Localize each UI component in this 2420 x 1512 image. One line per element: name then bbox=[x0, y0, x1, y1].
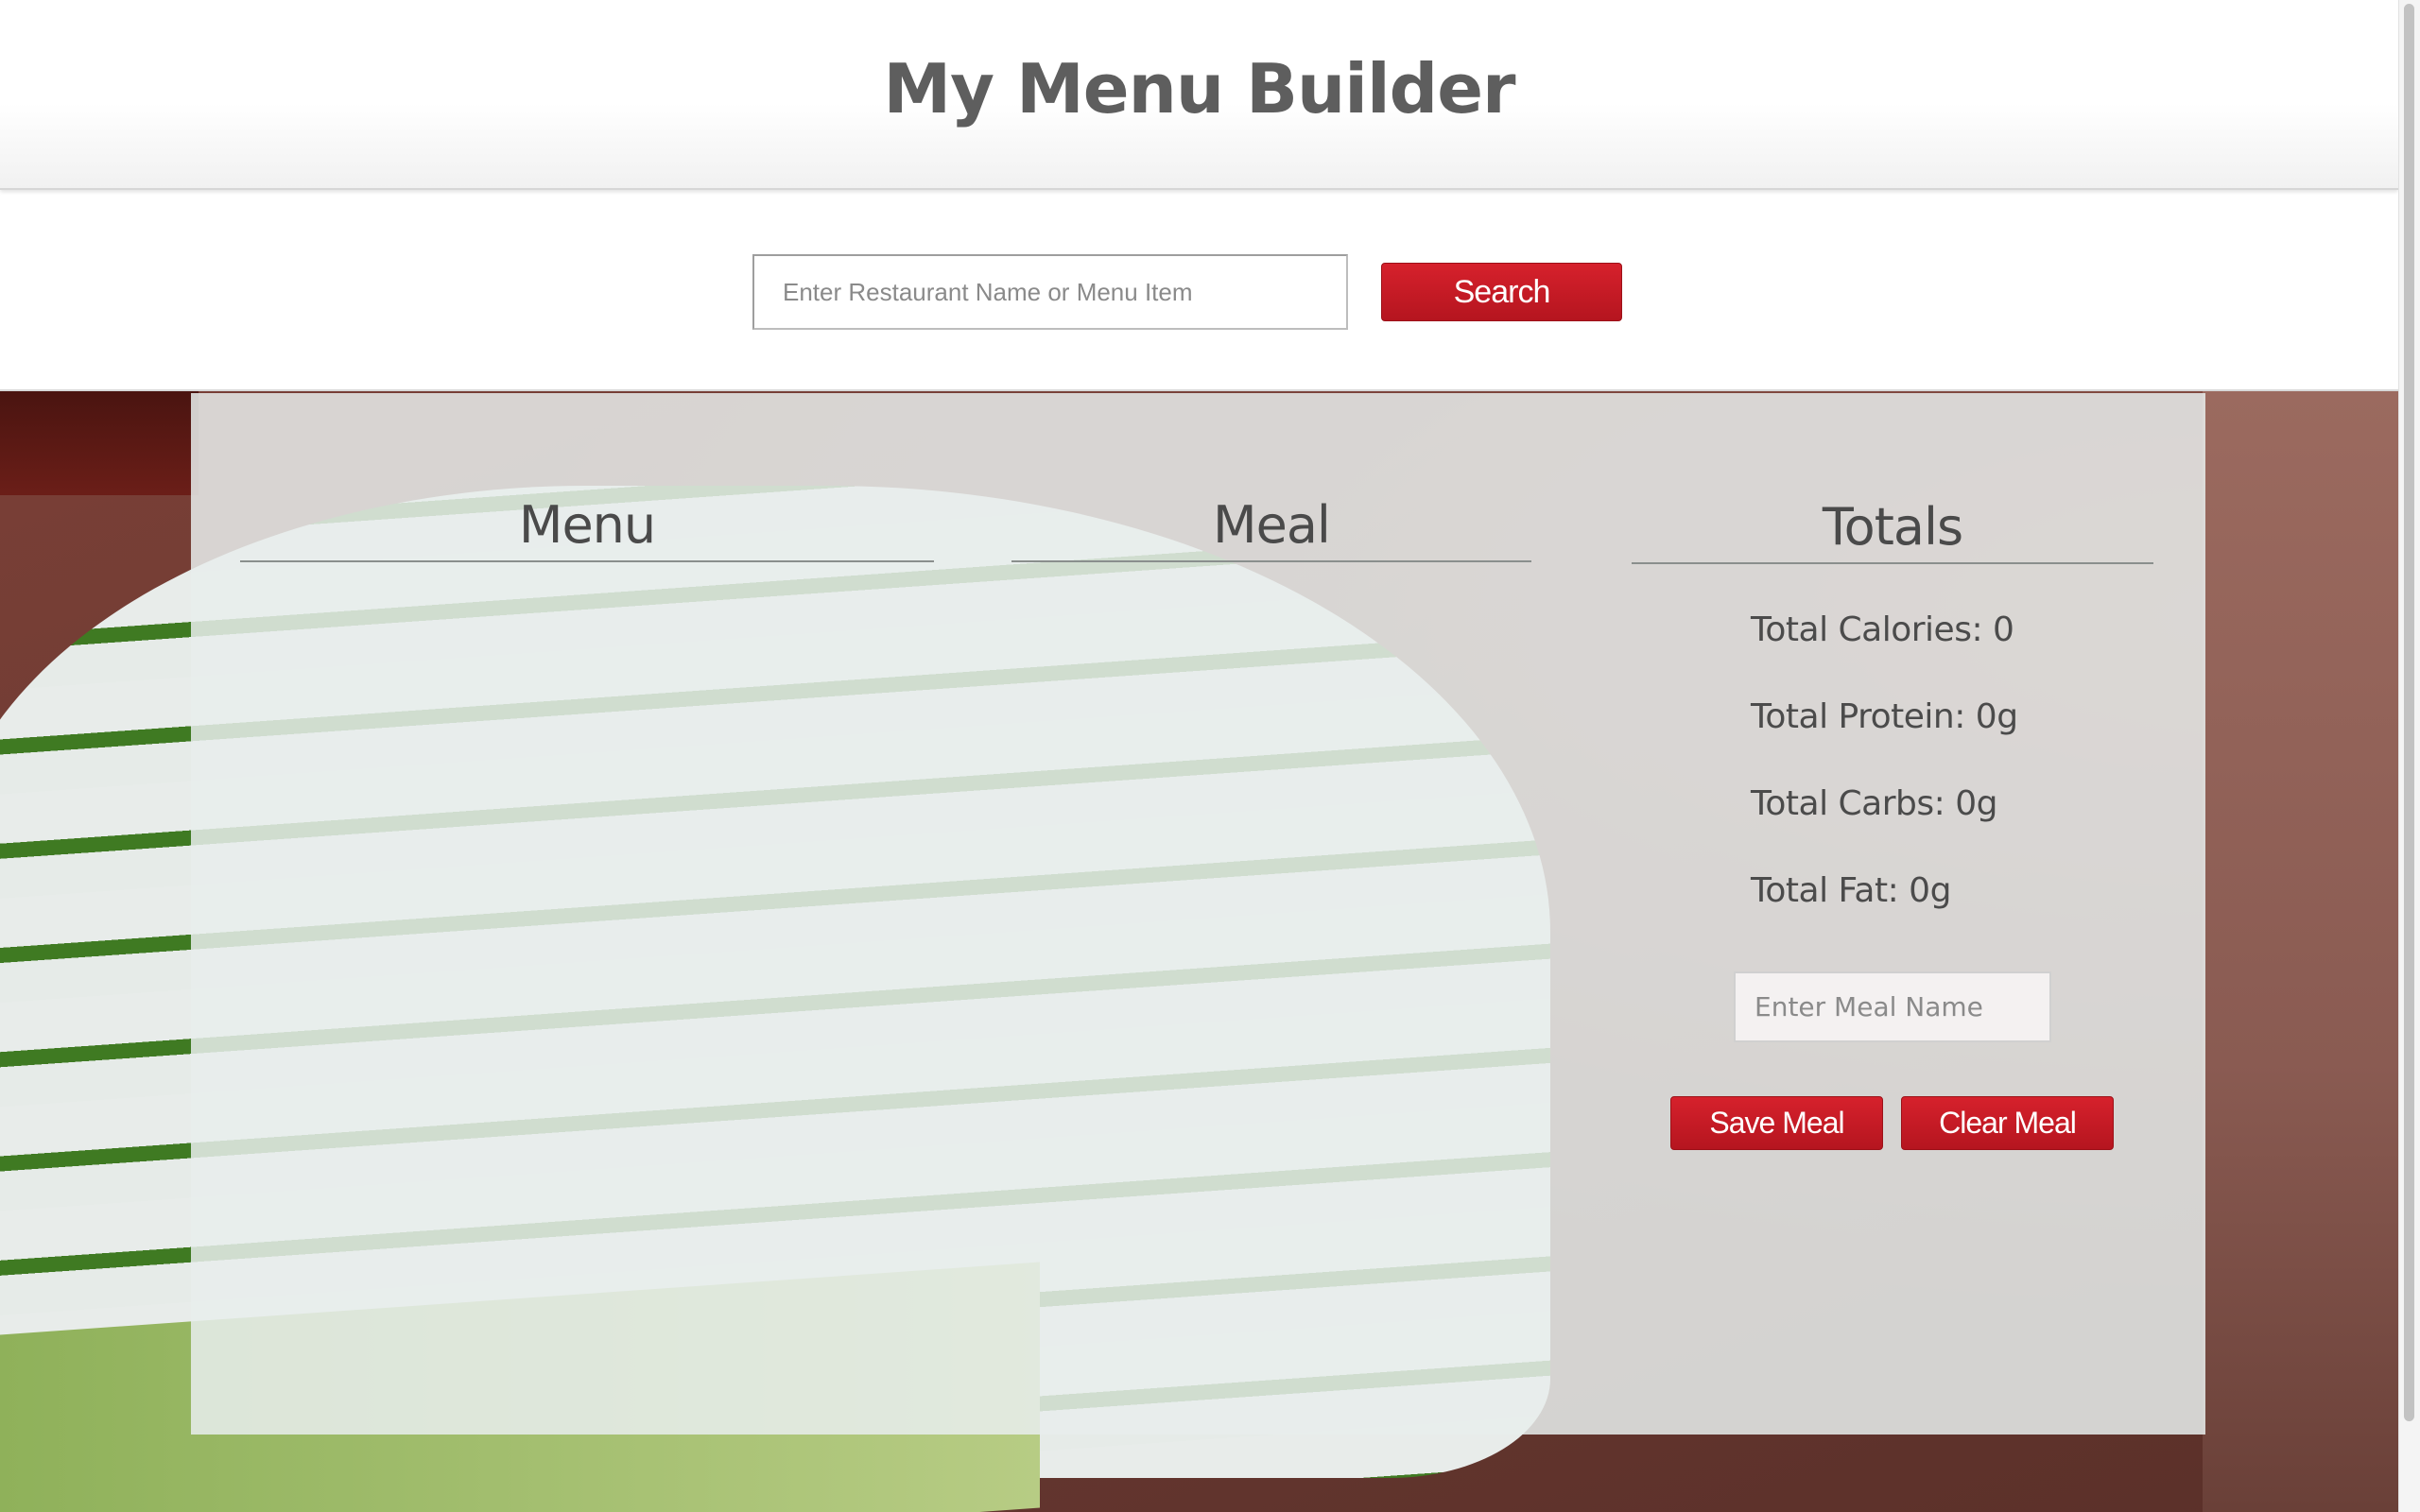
total-fat: Total Fat: 0g bbox=[1751, 871, 1951, 910]
total-carbs: Total Carbs: 0g bbox=[1751, 784, 1997, 823]
page-title: My Menu Builder bbox=[883, 49, 1515, 129]
scrollbar-thumb[interactable] bbox=[2404, 4, 2414, 1421]
background-dark-corner bbox=[0, 391, 199, 495]
clear-meal-button[interactable]: Clear Meal bbox=[1901, 1096, 2114, 1150]
meal-column-heading: Meal bbox=[1011, 495, 1531, 562]
total-calories: Total Calories: 0 bbox=[1751, 610, 2014, 649]
totals-column-heading: Totals bbox=[1632, 497, 2153, 564]
builder-panel: Menu Meal Totals Total Calories: 0 Total… bbox=[191, 393, 2205, 1435]
meal-name-input[interactable] bbox=[1734, 971, 2051, 1042]
save-meal-button[interactable]: Save Meal bbox=[1670, 1096, 1883, 1150]
search-button[interactable]: Search bbox=[1381, 263, 1622, 321]
page-scrollbar[interactable] bbox=[2398, 0, 2420, 1512]
search-input[interactable] bbox=[752, 254, 1348, 330]
total-protein: Total Protein: 0g bbox=[1751, 697, 2018, 736]
app-header: My Menu Builder bbox=[0, 0, 2398, 190]
menu-column-heading: Menu bbox=[240, 495, 934, 562]
search-area: Search bbox=[0, 192, 2398, 391]
wood-table-image bbox=[2203, 391, 2398, 1512]
